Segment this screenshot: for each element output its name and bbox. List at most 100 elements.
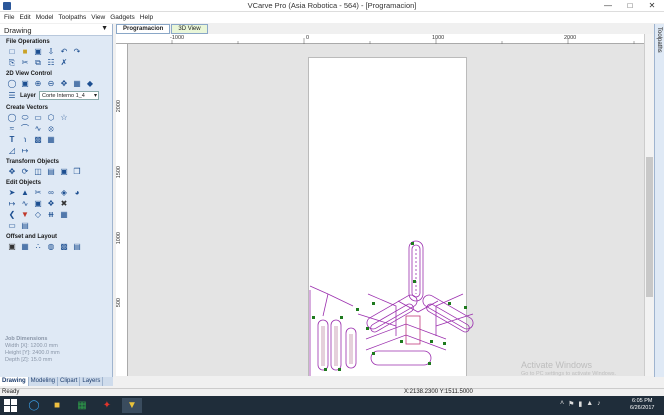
extend-icon[interactable]: ↦ bbox=[7, 199, 17, 208]
network-icon[interactable]: ▲ bbox=[586, 400, 593, 408]
curve-icon[interactable]: ∿ bbox=[33, 124, 43, 133]
dimension-icon[interactable]: ▩ bbox=[33, 135, 43, 144]
maximize-button[interactable]: □ bbox=[619, 0, 641, 12]
interest-icon[interactable]: ❖ bbox=[46, 199, 56, 208]
spiral-icon[interactable]: ⦻ bbox=[46, 124, 56, 133]
select-icon[interactable]: ➤ bbox=[7, 188, 17, 197]
open-folder-icon[interactable]: ■ bbox=[20, 47, 30, 56]
toolpath-vectors[interactable] bbox=[128, 44, 644, 376]
tab-clipart[interactable]: Clipart bbox=[58, 377, 81, 386]
mirror-icon[interactable]: ◫ bbox=[33, 167, 43, 176]
polygon-icon[interactable]: ⬡ bbox=[46, 113, 56, 122]
vertical-scrollbar[interactable] bbox=[644, 34, 654, 376]
arrow-left-icon[interactable]: ❮ bbox=[7, 210, 17, 219]
taskbar-clock[interactable]: 6:05 PM 6/26/2017 bbox=[630, 398, 654, 412]
excel-taskbar-icon[interactable]: ▦ bbox=[72, 398, 92, 413]
redo-icon[interactable]: ↷ bbox=[72, 47, 82, 56]
weld-icon[interactable]: ◈ bbox=[59, 188, 69, 197]
break-icon[interactable]: ⧻ bbox=[46, 210, 56, 219]
tray-up-icon[interactable]: ˄ bbox=[560, 400, 564, 408]
pan-icon[interactable]: ✥ bbox=[59, 79, 69, 88]
intersect-icon[interactable]: ✖ bbox=[59, 199, 69, 208]
menu-file[interactable]: File bbox=[4, 12, 19, 23]
battery-icon[interactable]: ▮ bbox=[578, 400, 582, 408]
import-icon[interactable]: ⇩ bbox=[46, 47, 56, 56]
zoom-in-icon[interactable]: ⊕ bbox=[33, 79, 43, 88]
ellipse-icon[interactable]: ⬭ bbox=[20, 113, 30, 122]
tab-programacion[interactable]: Programacion bbox=[116, 24, 171, 34]
snap-icon[interactable]: ◆ bbox=[85, 79, 95, 88]
save-icon[interactable]: ▣ bbox=[33, 47, 43, 56]
circular-copy-icon[interactable]: ◍ bbox=[46, 242, 56, 251]
paste-icon[interactable]: ☷ bbox=[46, 58, 56, 67]
nesting-icon[interactable]: ▩ bbox=[59, 242, 69, 251]
text-icon[interactable]: T bbox=[7, 135, 17, 144]
join-icon[interactable]: ∞ bbox=[46, 188, 56, 197]
move-icon[interactable]: ✥ bbox=[7, 167, 17, 176]
menu-view[interactable]: View bbox=[91, 12, 110, 23]
rotate-icon[interactable]: ⟳ bbox=[20, 167, 30, 176]
scale-icon[interactable]: ▣ bbox=[59, 167, 69, 176]
array-copy-icon[interactable]: ∴ bbox=[33, 242, 43, 251]
scrollbar-thumb[interactable] bbox=[646, 157, 653, 297]
circle-icon[interactable]: ◯ bbox=[7, 113, 17, 122]
explorer-taskbar-icon[interactable]: ■ bbox=[47, 398, 67, 413]
tab-3d-view[interactable]: 3D View bbox=[171, 24, 208, 34]
fillet-corner-icon[interactable]: ▦ bbox=[20, 242, 30, 251]
align-icon[interactable]: ▤ bbox=[46, 167, 56, 176]
ie-taskbar-icon[interactable]: ◯ bbox=[24, 398, 44, 413]
node-edit-icon[interactable]: ▲ bbox=[20, 188, 30, 197]
triangle-icon[interactable]: ▼ bbox=[20, 210, 30, 219]
menu-model[interactable]: Model bbox=[36, 12, 59, 23]
grid-icon[interactable]: ▦ bbox=[72, 79, 82, 88]
toolpaths-strip-label[interactable]: Toolpaths bbox=[656, 27, 662, 53]
layout-icon[interactable]: ▤ bbox=[72, 242, 82, 251]
distort-icon[interactable]: ❒ bbox=[72, 167, 82, 176]
close-button[interactable]: ✕ bbox=[641, 0, 663, 12]
node-icon[interactable]: ◇ bbox=[33, 210, 43, 219]
offset-icon[interactable]: ▣ bbox=[7, 242, 17, 251]
menu-edit[interactable]: Edit bbox=[19, 12, 35, 23]
undo-icon[interactable]: ↶ bbox=[59, 47, 69, 56]
menu-gadgets[interactable]: Gadgets bbox=[110, 12, 140, 23]
delete-icon[interactable]: ✗ bbox=[59, 58, 69, 67]
menu-help[interactable]: Help bbox=[140, 12, 158, 23]
pin-icon[interactable]: ▼ bbox=[101, 25, 108, 32]
trim-icon[interactable]: ✂ bbox=[33, 188, 43, 197]
tab-layers[interactable]: Layers bbox=[80, 377, 104, 386]
boundary-icon[interactable]: ▭ bbox=[7, 221, 17, 230]
zoom-all-icon[interactable]: ◯ bbox=[7, 79, 17, 88]
cut-icon[interactable]: ✂ bbox=[20, 58, 30, 67]
windows-start-icon[interactable] bbox=[4, 399, 17, 412]
minimize-button[interactable]: — bbox=[597, 0, 619, 12]
measure-icon[interactable]: ↦ bbox=[20, 146, 30, 155]
offset-small-icon[interactable]: ▤ bbox=[20, 221, 30, 230]
menu-toolpaths[interactable]: Toolpaths bbox=[58, 12, 91, 23]
new-file-icon[interactable]: □ bbox=[7, 47, 17, 56]
image-trace-icon[interactable]: ▦ bbox=[46, 135, 56, 144]
star-icon[interactable]: ☆ bbox=[59, 113, 69, 122]
tab-drawing[interactable]: Drawing bbox=[0, 377, 29, 386]
print-icon[interactable]: ⎘ bbox=[7, 58, 17, 67]
text-on-curve-icon[interactable]: ℩ bbox=[20, 135, 30, 144]
subtract-icon[interactable]: ◕ bbox=[72, 188, 82, 197]
tab-icon[interactable]: ▦ bbox=[59, 210, 69, 219]
zoom-box-icon[interactable]: ▣ bbox=[20, 79, 30, 88]
fillet-icon[interactable]: ◿ bbox=[7, 146, 17, 155]
app-taskbar-icon[interactable]: ✦ bbox=[97, 398, 117, 413]
drawing-canvas[interactable] bbox=[128, 44, 644, 376]
vcarve-taskbar-icon[interactable]: ▼ bbox=[122, 398, 142, 413]
arc-icon[interactable]: ⌒ bbox=[20, 124, 30, 133]
close-vector-icon[interactable]: ▣ bbox=[33, 199, 43, 208]
copy-icon[interactable]: ⧉ bbox=[33, 58, 43, 67]
smooth-icon[interactable]: ∿ bbox=[20, 199, 30, 208]
rectangle-icon[interactable]: ▭ bbox=[33, 113, 43, 122]
layer-dropdown[interactable]: Corte Interno 1_4 bbox=[39, 91, 100, 100]
cursor-coordinates: X:2138.2300 Y:1511.5000 bbox=[404, 389, 473, 395]
flag-icon[interactable]: ⚑ bbox=[568, 400, 574, 408]
tab-modeling[interactable]: Modeling bbox=[29, 377, 59, 386]
polyline-icon[interactable]: ≈ bbox=[7, 124, 17, 133]
toolpaths-strip[interactable]: Toolpaths bbox=[654, 24, 664, 377]
zoom-out-icon[interactable]: ⊖ bbox=[46, 79, 56, 88]
volume-icon[interactable]: ♪ bbox=[597, 400, 601, 408]
